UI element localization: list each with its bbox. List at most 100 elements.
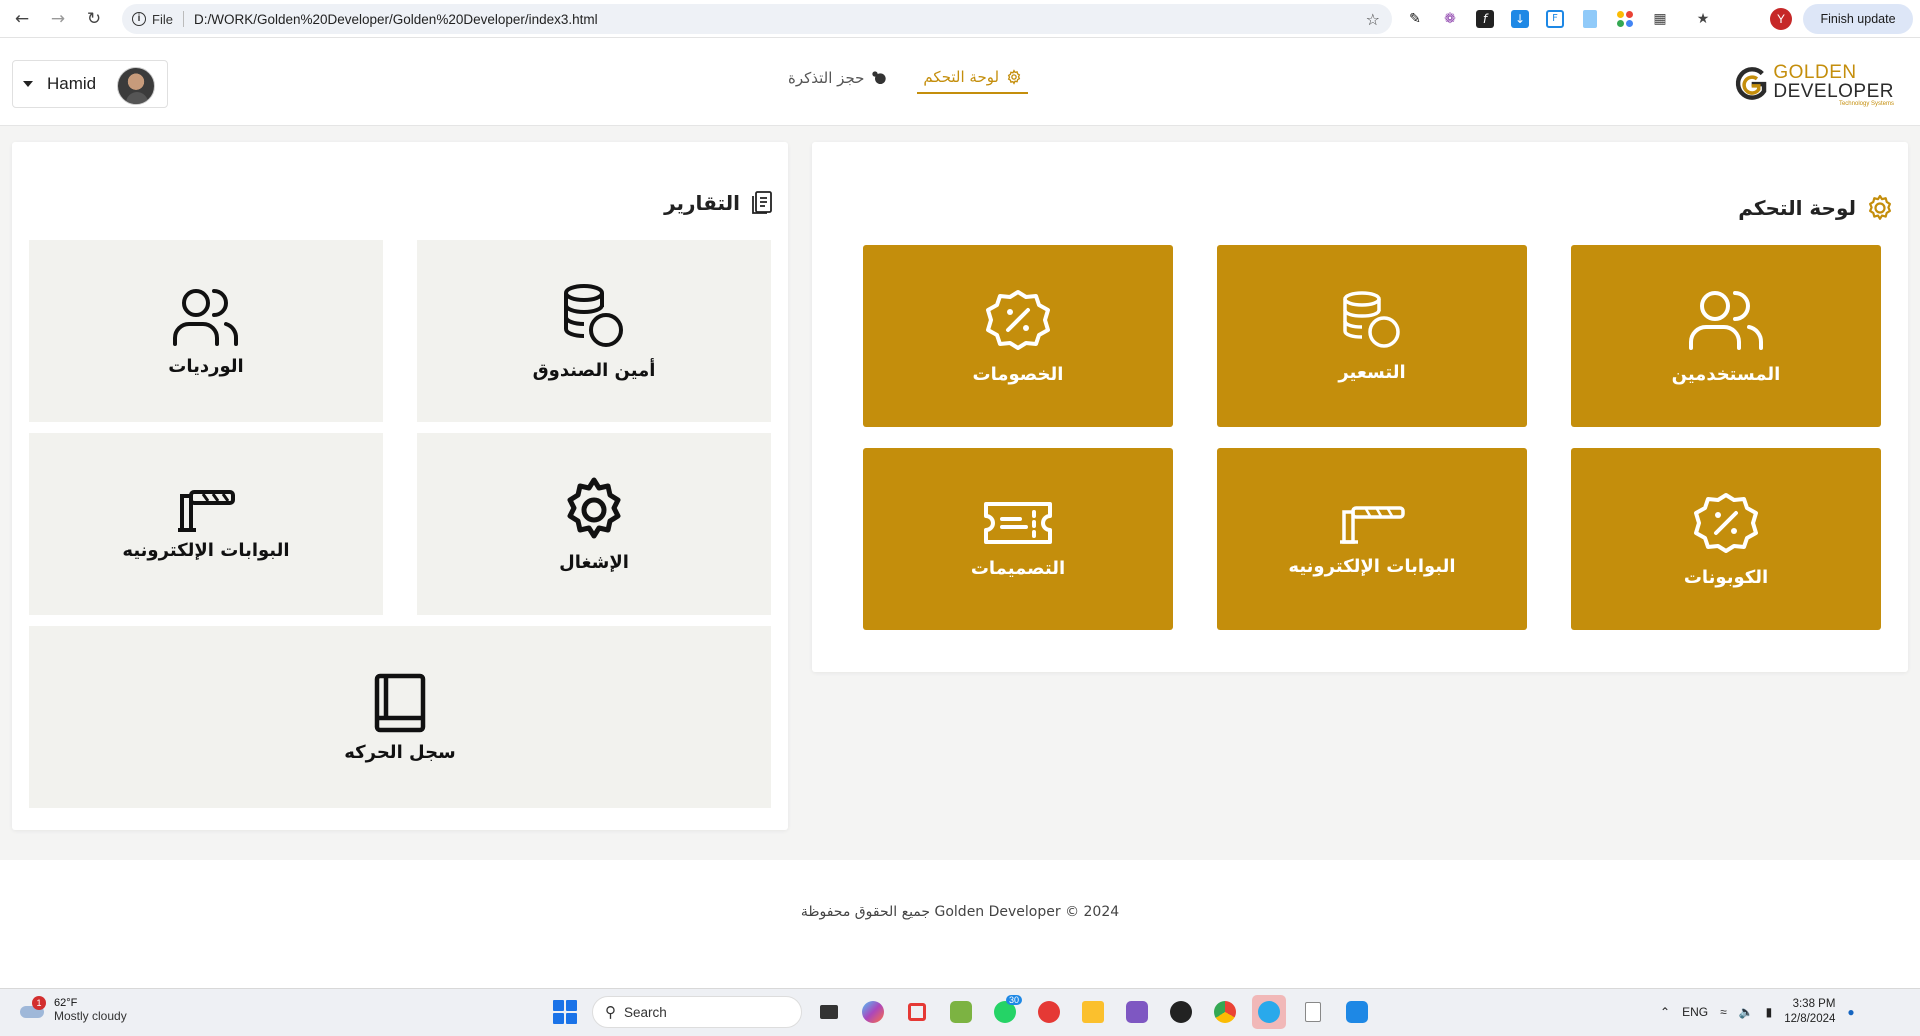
font-extension-icon[interactable]: f (1472, 6, 1498, 32)
logo-line-1: GOLDEN (1773, 62, 1857, 83)
notifications-bell-icon[interactable]: ● (1847, 1005, 1854, 1019)
reload-button[interactable]: ↻ (76, 1, 112, 37)
barrier-gate-icon (1340, 505, 1405, 544)
nav-dashboard[interactable]: لوحة التحكم (917, 68, 1029, 94)
puzzle-extensions-icon[interactable]: ▦ (1647, 6, 1673, 32)
windows-taskbar: 1 62°F Mostly cloudy ⚲ Search 30 ⌃ ENG ≈… (0, 988, 1920, 1036)
top-navigation: لوحة التحكم حجز التذكرة (788, 68, 1029, 94)
coins-icon (564, 283, 623, 347)
user-name: Hamid (47, 74, 97, 93)
notification-badge: 1 (32, 996, 46, 1010)
dashboard-tile-users[interactable]: المستخدمين (1571, 245, 1881, 427)
reports-panel: التقارير أمين الصندوق الورديات الإشغال ا… (12, 142, 788, 830)
bookmark-star-icon[interactable]: ☆ (1366, 10, 1380, 29)
eyedropper-extension-icon[interactable]: ✎ (1402, 6, 1428, 32)
report-tile-shifts[interactable]: الورديات (29, 240, 383, 422)
clock-time: 3:38 PM (1792, 998, 1836, 1010)
nav-ticket-booking[interactable]: حجز التذكرة (788, 68, 887, 94)
golden-developer-logo-icon (1735, 67, 1767, 100)
report-tile-activity-log[interactable]: سجل الحركه (29, 626, 771, 808)
chevron-up-icon[interactable]: ⌃ (1660, 1005, 1670, 1019)
windows-logo-icon (553, 1000, 577, 1024)
discount-badge-icon (1694, 492, 1758, 553)
dashboard-tile-designs[interactable]: التصميمات (863, 448, 1173, 630)
media-player-icon[interactable] (1164, 995, 1198, 1029)
site-info-button[interactable]: i File (132, 12, 173, 27)
weather-widget[interactable]: 1 62°F Mostly cloudy (18, 996, 127, 1023)
gear-icon (567, 477, 621, 538)
snipping-tool-icon[interactable] (900, 995, 934, 1029)
taskbar-apps: ⚲ Search 30 (548, 995, 1374, 1029)
search-icon: ⚲ (605, 1004, 616, 1021)
coins-icon (1343, 290, 1400, 348)
form-extension-icon[interactable]: F (1542, 6, 1568, 32)
report-tile-label: سجل الحركه (344, 741, 456, 763)
task-view-icon[interactable] (812, 995, 846, 1029)
whatsapp-count: 30 (1005, 995, 1022, 1005)
weather-temp: 62°F (54, 997, 78, 1009)
office-icon[interactable] (1032, 995, 1066, 1029)
report-tile-label: أمين الصندوق (532, 359, 656, 381)
report-tile-label: الإشغال (559, 551, 629, 573)
gear-icon (1869, 194, 1891, 220)
reports-title: التقارير (664, 190, 774, 216)
download-extension-icon[interactable]: ↓ (1507, 6, 1533, 32)
dashboard-tile-gates[interactable]: البوابات الإلكترونيه (1217, 448, 1527, 630)
telegram-icon[interactable] (1252, 995, 1286, 1029)
company-logo[interactable]: GOLDEN DEVELOPER Technology Systems (1734, 60, 1894, 110)
profile-avatar[interactable]: Y (1770, 8, 1792, 30)
copyright-text: جميع الحقوق محفوظة Golden Developer © 20… (800, 904, 1120, 920)
blank-file-icon[interactable] (1296, 995, 1330, 1029)
page-footer: جميع الحقوق محفوظة Golden Developer © 20… (0, 860, 1920, 988)
address-bar[interactable]: i File D:/WORK/Golden%20Developer/Golden… (122, 4, 1392, 34)
bookmarks-icon[interactable]: ★ (1690, 6, 1716, 32)
language-indicator[interactable]: ENG (1682, 1005, 1708, 1019)
ticket-icon (872, 71, 887, 84)
dashboard-tile-coupons[interactable]: الكوبونات (1571, 448, 1881, 630)
report-tile-label: البوابات الإلكترونيه (122, 539, 290, 561)
gear-icon (1007, 69, 1021, 85)
divider (182, 11, 184, 27)
clock[interactable]: 3:38 PM 12/8/2024 (1784, 997, 1835, 1027)
vscode-icon[interactable] (1340, 995, 1374, 1029)
search-label: Search (624, 1004, 667, 1020)
dashboard-panel: لوحة التحكم المستخدمين التسعير الخصومات … (812, 142, 1908, 672)
report-tile-occupancy[interactable]: الإشغال (417, 433, 771, 615)
document-extension-icon[interactable] (1577, 6, 1603, 32)
dashboard-tile-pricing[interactable]: التسعير (1217, 245, 1527, 427)
clock-date: 12/8/2024 (1784, 1013, 1836, 1025)
user-menu[interactable]: Hamid (12, 60, 168, 108)
app-d-icon[interactable] (1120, 995, 1154, 1029)
back-button[interactable]: ← (4, 1, 40, 37)
report-tile-gates[interactable]: البوابات الإلكترونيه (29, 433, 383, 615)
chrome-icon[interactable] (1208, 995, 1242, 1029)
users-icon (1689, 290, 1764, 350)
report-tile-cashier[interactable]: أمين الصندوق (417, 240, 771, 422)
nav-ticket-label: حجز التذكرة (788, 69, 865, 87)
color-dots-extension-icon[interactable] (1612, 6, 1638, 32)
barrier-gate-icon (178, 489, 235, 532)
copilot-icon[interactable] (856, 995, 890, 1029)
start-button[interactable] (548, 995, 582, 1029)
extensions-row: ✎ ❁ f ↓ F ▦ ★ (1402, 4, 1716, 34)
dashboard-tile-discounts[interactable]: الخصومات (863, 245, 1173, 427)
finish-update-button[interactable]: Finish update (1803, 4, 1913, 34)
notepad-icon[interactable] (944, 995, 978, 1029)
whatsapp-icon[interactable]: 30 (988, 995, 1022, 1029)
taskbar-search[interactable]: ⚲ Search (592, 996, 802, 1028)
logo-text: GOLDEN DEVELOPER Technology Systems (1773, 63, 1894, 107)
avatar (117, 67, 155, 105)
file-explorer-icon[interactable] (1076, 995, 1110, 1029)
report-document-icon (752, 191, 772, 214)
dashboard-tile-label: التسعير (1338, 361, 1406, 383)
browser-toolbar: ← → ↻ i File D:/WORK/Golden%20Developer/… (0, 0, 1920, 38)
url-text[interactable]: D:/WORK/Golden%20Developer/Golden%20Deve… (194, 12, 598, 27)
flower-extension-icon[interactable]: ❁ (1437, 6, 1463, 32)
nav-dashboard-label: لوحة التحكم (923, 68, 1000, 86)
battery-icon[interactable]: ▮ (1766, 1005, 1773, 1019)
dashboard-tile-label: البوابات الإلكترونيه (1288, 555, 1456, 577)
dashboard-title: لوحة التحكم (1738, 194, 1894, 222)
volume-icon[interactable]: 🔈 (1739, 1005, 1754, 1019)
wifi-icon[interactable]: ≈ (1720, 1005, 1727, 1019)
forward-button[interactable]: → (40, 1, 76, 37)
